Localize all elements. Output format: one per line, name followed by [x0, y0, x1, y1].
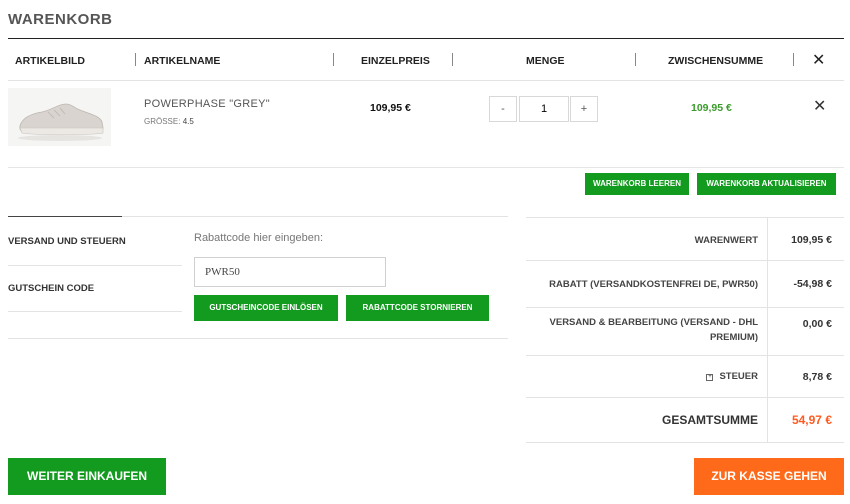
quantity-decrease-button[interactable]: -	[489, 96, 517, 122]
sidebar-item-coupon[interactable]: GUTSCHEIN CODE	[8, 283, 94, 294]
redeem-coupon-button[interactable]: GUTSCHEINCODE EINLÖSEN	[194, 295, 338, 321]
column-divider	[767, 308, 768, 355]
discount-value: -54,98 €	[793, 278, 832, 290]
continue-shopping-button[interactable]: WEITER EINKAUFEN	[8, 458, 166, 495]
expand-plus-icon[interactable]: +	[706, 374, 714, 381]
active-tab-indicator	[8, 216, 122, 217]
goods-value-label: WARENWERT	[694, 235, 758, 246]
totals-row-shipping: VERSAND & BEARBEITUNG (VERSAND - DHL PRE…	[526, 307, 844, 355]
goods-value: 109,95 €	[791, 234, 832, 246]
sneaker-icon	[8, 88, 111, 146]
quantity-input[interactable]	[519, 96, 569, 122]
totals-row-goods: WARENWERT 109,95 €	[526, 217, 844, 260]
header-quantity: MENGE	[526, 55, 565, 67]
cart-item-row: POWERPHASE "GREY" GRÖSSE: 4.5 109,95 € -…	[8, 82, 844, 168]
tax-label-group[interactable]: + STEUER	[706, 369, 758, 384]
close-icon[interactable]: ✕	[812, 50, 825, 70]
column-divider	[767, 261, 768, 307]
unit-price: 109,95 €	[370, 102, 411, 114]
size-value: 4.5	[182, 117, 194, 126]
sidebar-item-shipping-tax[interactable]: VERSAND UND STEUERN	[8, 236, 126, 247]
header-separator	[135, 53, 136, 66]
cancel-coupon-button[interactable]: RABATTCODE STORNIEREN	[346, 295, 489, 321]
page-title: WARENKORB	[8, 11, 113, 28]
header-separator	[333, 53, 334, 66]
totals-row-tax[interactable]: + STEUER 8,78 €	[526, 355, 844, 397]
totals-row-discount: RABATT (VERSANDKOSTENFREI DE, PWR50) -54…	[526, 260, 844, 307]
sidebar-divider	[8, 311, 182, 312]
section-divider	[122, 216, 508, 217]
header-separator	[452, 53, 453, 66]
sidebar-divider	[8, 265, 182, 266]
header-name: ARTIKELNAME	[144, 55, 221, 67]
remove-item-icon[interactable]: ✕	[813, 96, 826, 116]
column-divider	[767, 218, 768, 260]
header-subtotal: ZWISCHENSUMME	[668, 55, 764, 67]
discount-label: RABATT (VERSANDKOSTENFREI DE, PWR50)	[549, 279, 758, 290]
coupon-code-input[interactable]	[194, 257, 386, 287]
product-image[interactable]	[8, 88, 111, 146]
product-name[interactable]: POWERPHASE "GREY"	[144, 98, 270, 110]
header-separator	[793, 53, 794, 66]
shipping-label: VERSAND & BEARBEITUNG (VERSAND - DHL PRE…	[549, 317, 758, 343]
tax-value: 8,78 €	[802, 371, 832, 383]
header-unit-price: EINZELPREIS	[361, 55, 430, 67]
coupon-label: Rabattcode hier eingeben:	[194, 232, 324, 244]
cart-table-header: ARTIKELBILD ARTIKELNAME EINZELPREIS MENG…	[8, 39, 844, 81]
totals-row-total: GESAMTSUMME 54,97 €	[526, 397, 844, 443]
column-divider	[767, 398, 768, 442]
header-separator	[635, 53, 636, 66]
tax-label: STEUER	[719, 371, 758, 382]
item-subtotal: 109,95 €	[691, 102, 732, 114]
checkout-button[interactable]: ZUR KASSE GEHEN	[694, 458, 844, 495]
grand-total-value: 54,97 €	[791, 413, 832, 427]
column-divider	[767, 356, 768, 397]
section-divider	[8, 338, 508, 339]
update-cart-button[interactable]: WARENKORB AKTUALISIEREN	[697, 173, 836, 195]
shipping-value: 0,00 €	[802, 318, 832, 330]
grand-total-label: GESAMTSUMME	[662, 413, 758, 427]
product-size: GRÖSSE: 4.5	[144, 117, 194, 126]
header-image: ARTIKELBILD	[15, 55, 85, 67]
size-label: GRÖSSE:	[144, 117, 181, 126]
empty-cart-button[interactable]: WARENKORB LEEREN	[585, 173, 689, 195]
quantity-increase-button[interactable]: +	[570, 96, 598, 122]
